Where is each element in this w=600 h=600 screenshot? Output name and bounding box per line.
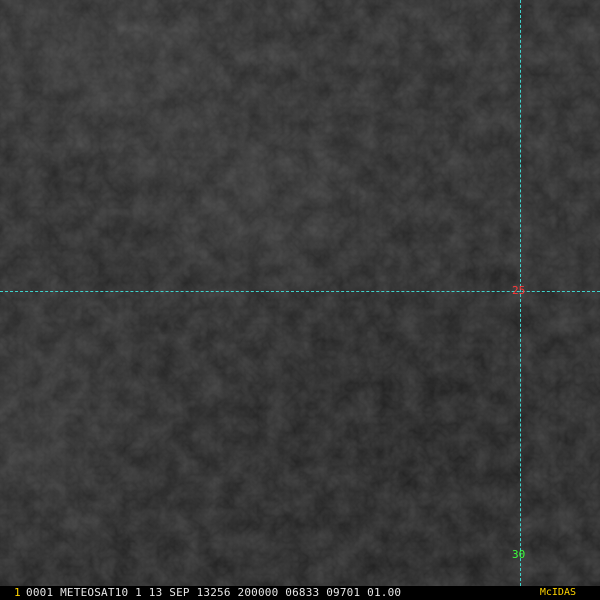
longitude-label: 30	[512, 548, 526, 561]
satellite-image: 25 30	[0, 0, 600, 600]
latitude-label: 25	[512, 284, 526, 297]
status-bar: 1 0001 METEOSAT10 1 13 SEP 13256 200000 …	[0, 586, 600, 600]
mcidas-brand: McIDAS	[539, 587, 576, 598]
cloud-texture	[0, 0, 600, 600]
frame-number: 1	[14, 586, 21, 599]
latitude-grid-line	[0, 291, 600, 292]
image-info-text: 0001 METEOSAT10 1 13 SEP 13256 200000 06…	[26, 586, 402, 599]
